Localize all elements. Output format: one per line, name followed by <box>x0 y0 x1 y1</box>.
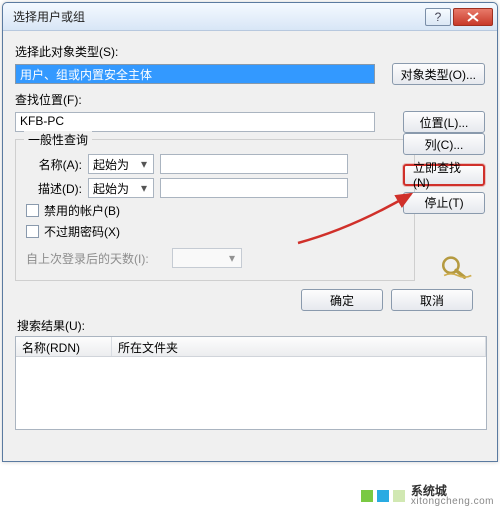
name-label: 名称(A): <box>26 156 82 173</box>
object-types-button[interactable]: 对象类型(O)... <box>392 63 485 85</box>
search-icon <box>439 253 473 284</box>
name-input[interactable] <box>160 154 348 174</box>
watermark-url: xitongcheng.com <box>411 497 494 507</box>
object-type-field[interactable]: 用户、组或内置安全主体 <box>15 64 375 84</box>
column-header-folder[interactable]: 所在文件夹 <box>112 337 486 356</box>
location-label: 查找位置(F): <box>15 91 485 108</box>
column-header-name[interactable]: 名称(RDN) <box>16 337 112 356</box>
help-button[interactable]: ? <box>425 8 451 26</box>
desc-input[interactable] <box>160 178 348 198</box>
days-since-logon-label: 自上次登录后的天数(I): <box>26 250 166 267</box>
common-queries-legend: 一般性查询 <box>24 131 92 148</box>
columns-button[interactable]: 列(C)... <box>403 133 485 155</box>
location-field[interactable]: KFB-PC <box>15 112 375 132</box>
dialog-window: 选择用户或组 ? 选择此对象类型(S): 用户、组或内置安全主体 对象类型(O)… <box>2 2 498 462</box>
results-header: 名称(RDN) 所在文件夹 <box>16 337 486 357</box>
dialog-content: 选择此对象类型(S): 用户、组或内置安全主体 对象类型(O)... 查找位置(… <box>3 31 497 440</box>
ok-button[interactable]: 确定 <box>301 289 383 311</box>
common-queries-group: 一般性查询 名称(A): 起始为 ▾ 描述(D): 起始为 ▾ 禁用的 <box>15 139 415 281</box>
window-title: 选择用户或组 <box>13 8 423 25</box>
cancel-button[interactable]: 取消 <box>391 289 473 311</box>
name-op-combo[interactable]: 起始为 ▾ <box>88 154 154 174</box>
close-button[interactable] <box>453 8 493 26</box>
chevron-down-icon: ▾ <box>225 251 239 265</box>
titlebar: 选择用户或组 ? <box>3 3 497 31</box>
side-buttons: 列(C)... 立即查找(N) 停止(T) <box>403 133 485 220</box>
results-grid[interactable]: 名称(RDN) 所在文件夹 <box>15 336 487 430</box>
stop-button[interactable]: 停止(T) <box>403 192 485 214</box>
days-since-logon-combo: ▾ <box>172 248 242 268</box>
object-type-label: 选择此对象类型(S): <box>15 43 485 60</box>
search-results-label: 搜索结果(U): <box>17 317 485 334</box>
non-expiring-password-checkbox[interactable]: 不过期密码(X) <box>26 223 404 240</box>
chevron-down-icon: ▾ <box>137 157 151 171</box>
checkbox-icon <box>26 204 39 217</box>
locations-button[interactable]: 位置(L)... <box>403 111 485 133</box>
watermark: 系统城 xitongcheng.com <box>361 485 494 507</box>
checkbox-icon <box>26 225 39 238</box>
desc-op-combo[interactable]: 起始为 ▾ <box>88 178 154 198</box>
chevron-down-icon: ▾ <box>137 181 151 195</box>
find-now-button[interactable]: 立即查找(N) <box>403 164 485 186</box>
disabled-accounts-checkbox[interactable]: 禁用的帐户(B) <box>26 202 404 219</box>
desc-label: 描述(D): <box>26 180 82 197</box>
watermark-logo <box>361 490 405 502</box>
